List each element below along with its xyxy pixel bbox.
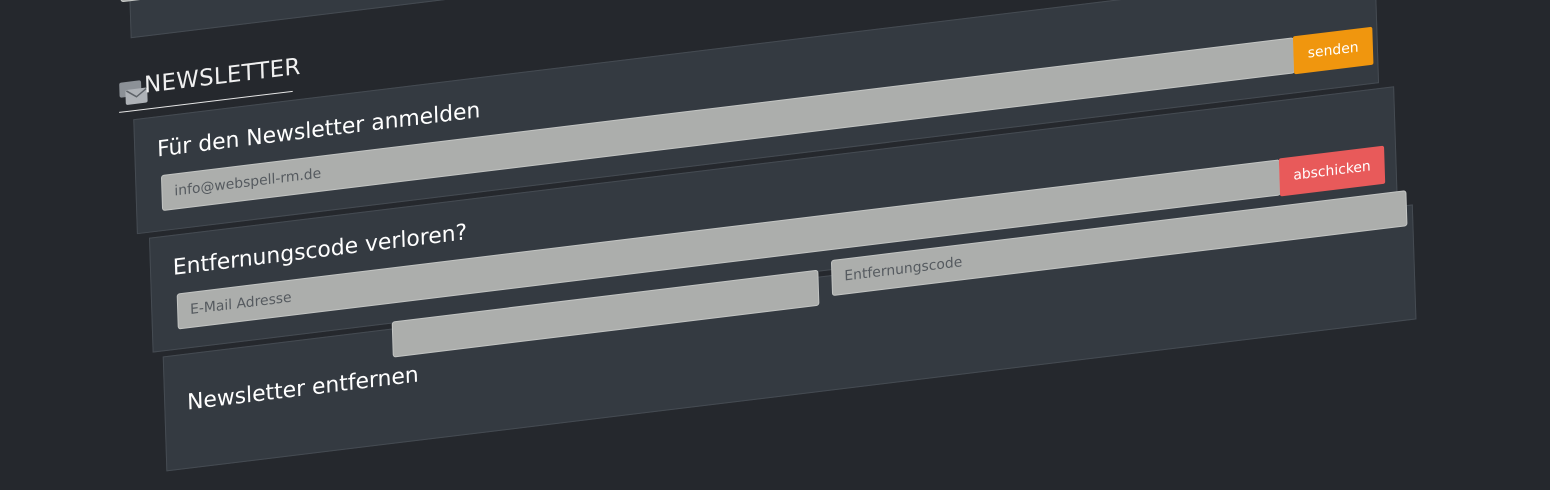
newsletter-page: abschicken NEWSLETTER Für den Newsletter…: [0, 0, 1550, 472]
remove-title: Newsletter entfernen: [186, 362, 420, 416]
lost-code-submit-button[interactable]: abschicken: [1278, 145, 1386, 197]
top-form-input[interactable]: [119, 0, 1250, 3]
subscribe-send-button[interactable]: senden: [1292, 26, 1374, 75]
